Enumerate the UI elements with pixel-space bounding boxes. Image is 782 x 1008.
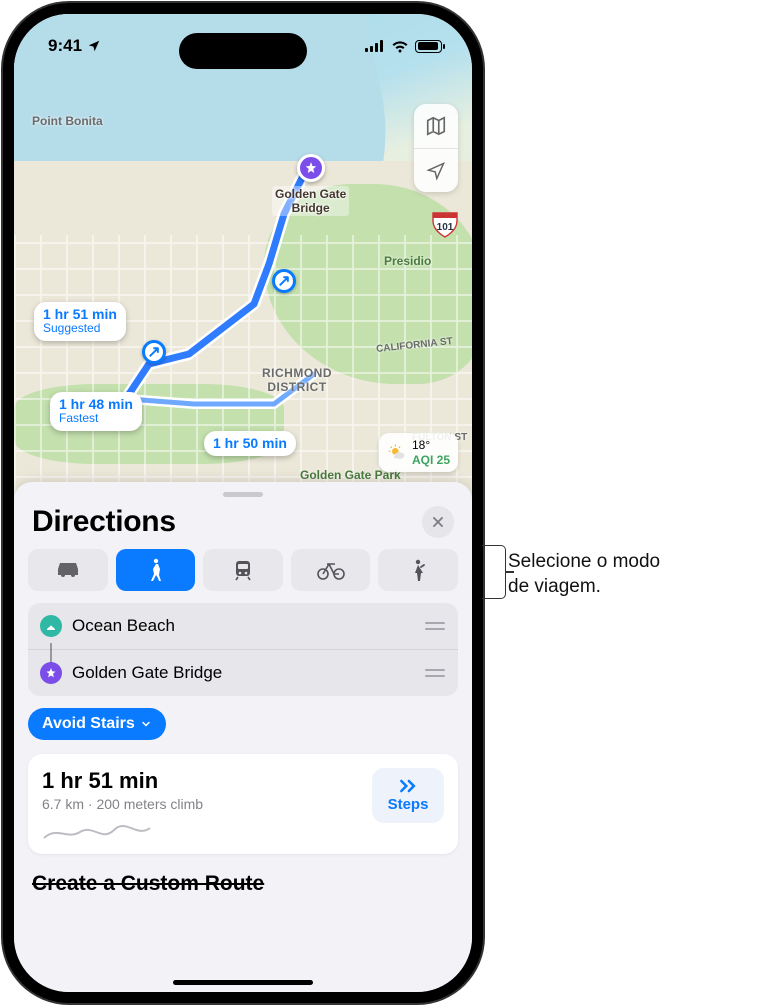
directions-sheet: Directions — [14, 482, 472, 992]
mode-drive[interactable] — [28, 549, 108, 591]
elevation-sparkline-icon — [42, 820, 362, 842]
turn-marker: ↗ — [272, 269, 296, 293]
stop-from-label: Ocean Beach — [72, 616, 175, 636]
route-tag: Suggested — [43, 322, 117, 336]
annotation-line1: Selecione o modo — [508, 551, 660, 572]
weather-badge[interactable]: 18° AQI 25 — [379, 433, 458, 472]
map-mode-button[interactable] — [414, 104, 458, 148]
mode-rideshare[interactable] — [378, 549, 458, 591]
end-pin-icon — [40, 662, 62, 684]
route-time: 1 hr 51 min — [43, 306, 117, 322]
locate-me-button[interactable] — [414, 148, 458, 192]
place-richmond: RICHMOND DISTRICT — [262, 366, 332, 394]
hwy-shield-101: 101 — [430, 210, 460, 240]
mode-walk[interactable] — [116, 549, 196, 591]
status-time: 9:41 — [48, 36, 82, 56]
route-bubble-alt[interactable]: 1 hr 50 min — [204, 431, 296, 456]
place-point-bonita: Point Bonita — [32, 114, 103, 128]
chevron-down-icon — [140, 718, 152, 730]
location-services-icon — [87, 39, 101, 53]
destination-pin[interactable] — [297, 154, 325, 182]
route-time: 1 hr 48 min — [59, 396, 133, 412]
svg-text:101: 101 — [437, 222, 454, 233]
route-card-detail: 6.7 km · 200 meters climb — [42, 796, 362, 812]
map-view[interactable]: ↗ ↗ Golden Gate Bridge 1 hr 51 min Sugge… — [14, 14, 472, 504]
route-bubble-fastest[interactable]: 1 hr 48 min Fastest — [50, 392, 142, 431]
reorder-handle-icon[interactable] — [424, 667, 446, 679]
stop-to-label: Golden Gate Bridge — [72, 663, 222, 683]
sheet-grabber[interactable] — [223, 492, 263, 497]
steps-button[interactable]: Steps — [372, 768, 444, 823]
destination-pin-label: Golden Gate Bridge — [272, 186, 349, 216]
map-controls — [414, 104, 458, 192]
battery-icon — [415, 40, 442, 53]
chevrons-right-icon — [398, 778, 418, 794]
turn-marker: ↗ — [142, 340, 166, 364]
weather-sun-icon — [387, 443, 407, 463]
create-custom-route[interactable]: Create a Custom Route — [28, 868, 458, 896]
wifi-icon — [391, 40, 409, 53]
chip-label: Avoid Stairs — [42, 715, 135, 733]
route-time: 1 hr 50 min — [213, 435, 287, 451]
annotation-line2: de viagem. — [508, 576, 601, 597]
route-card-time: 1 hr 51 min — [42, 768, 362, 794]
home-indicator[interactable] — [173, 980, 313, 985]
route-stops: Ocean Beach Golden Gate Bridge — [28, 603, 458, 696]
annotation-text: Selecione o modo de viagem. — [508, 550, 660, 599]
iphone-frame: 9:41 — [3, 3, 483, 1003]
mode-transit[interactable] — [203, 549, 283, 591]
steps-label: Steps — [388, 796, 429, 813]
annotation-bracket — [482, 545, 506, 599]
sheet-title: Directions — [32, 505, 176, 539]
start-pin-icon — [40, 615, 62, 637]
route-result-card[interactable]: 1 hr 51 min 6.7 km · 200 meters climb St… — [28, 754, 458, 854]
stop-to-row[interactable]: Golden Gate Bridge — [28, 649, 458, 696]
stop-from-row[interactable]: Ocean Beach — [28, 603, 458, 649]
route-tag: Fastest — [59, 412, 133, 426]
weather-aqi: AQI 25 — [412, 453, 450, 467]
screen: 9:41 — [14, 14, 472, 992]
route-bubble-suggested[interactable]: 1 hr 51 min Suggested — [34, 302, 126, 341]
dynamic-island — [179, 33, 307, 69]
travel-mode-row — [28, 549, 458, 591]
place-presidio: Presidio — [384, 254, 431, 268]
route-option-chip[interactable]: Avoid Stairs — [28, 708, 166, 740]
weather-temp: 18° — [412, 438, 430, 452]
reorder-handle-icon[interactable] — [424, 620, 446, 632]
close-button[interactable] — [422, 506, 454, 538]
cellular-signal-icon — [365, 40, 385, 52]
mode-cycle[interactable] — [291, 549, 371, 591]
